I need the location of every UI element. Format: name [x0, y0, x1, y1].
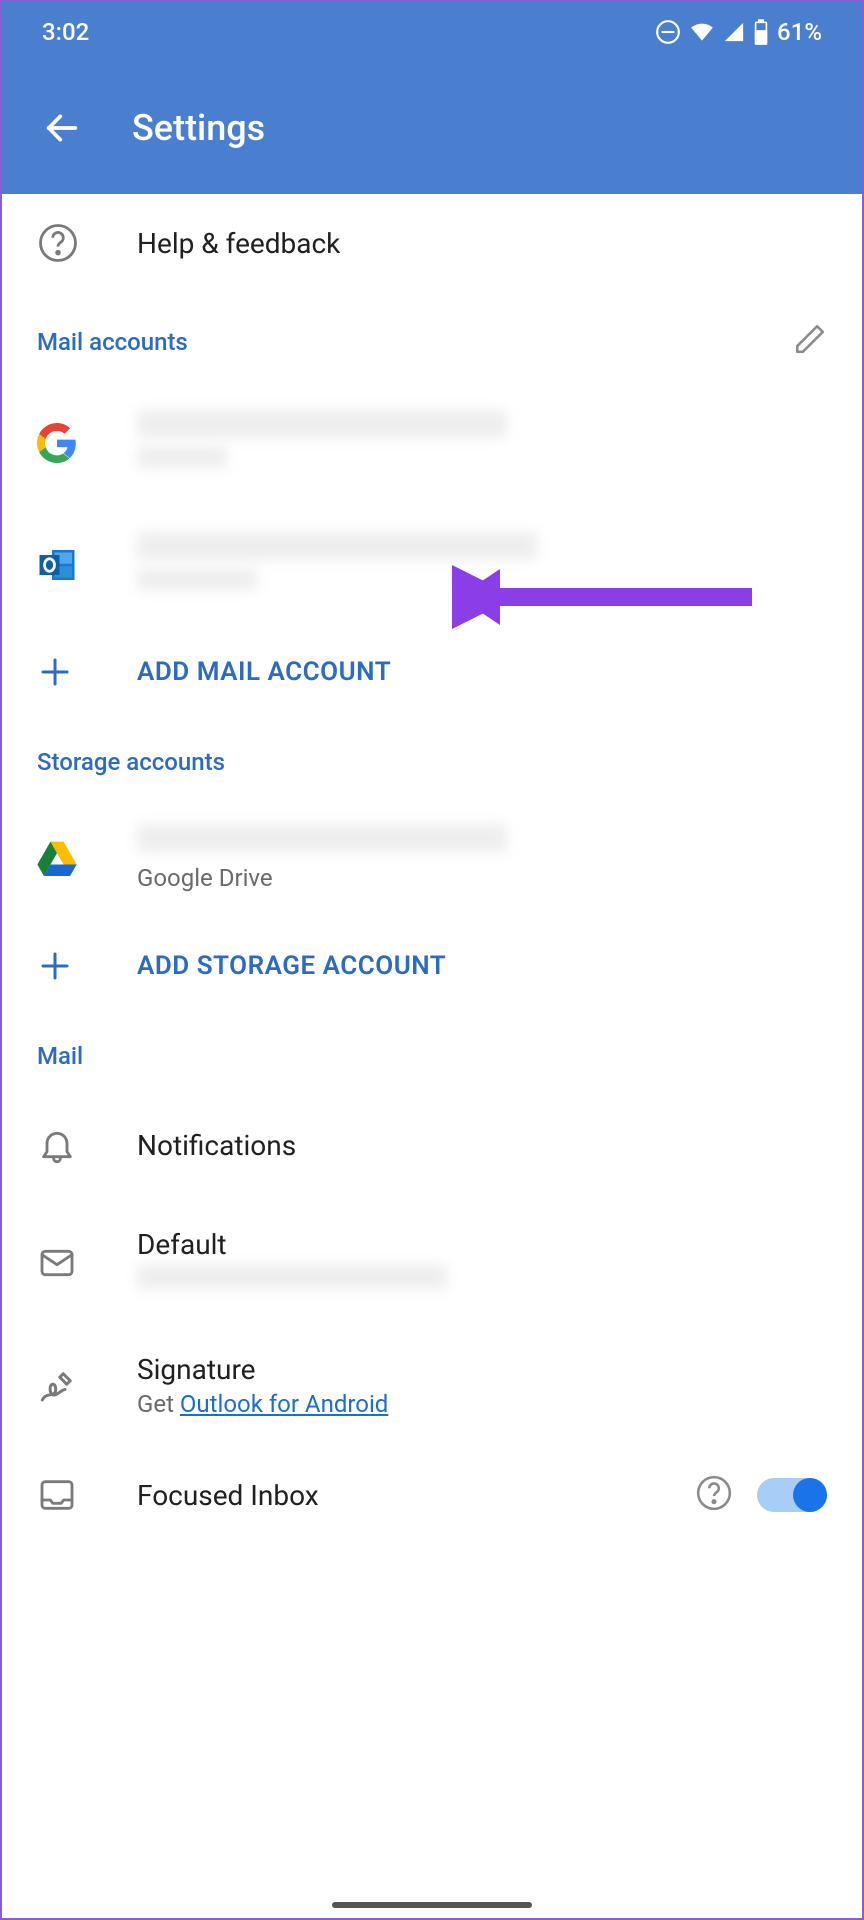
- add-mail-account-label: ADD MAIL ACCOUNT: [137, 657, 391, 687]
- notifications-row[interactable]: Notifications: [2, 1090, 862, 1200]
- home-indicator[interactable]: [332, 1902, 532, 1908]
- add-storage-account-label: ADD STORAGE ACCOUNT: [137, 951, 446, 981]
- outlook-account-name-redacted: [137, 568, 257, 590]
- google-drive-icon: [37, 840, 77, 876]
- signature-sub: Get Outlook for Android: [137, 1390, 827, 1418]
- app-header: Settings: [2, 62, 862, 194]
- focused-inbox-label: Focused Inbox: [137, 1479, 695, 1512]
- signal-icon: [723, 21, 745, 43]
- pencil-icon: [793, 322, 827, 356]
- google-drive-label: Google Drive: [137, 864, 827, 892]
- bell-icon: [37, 1125, 77, 1165]
- outlook-account-row[interactable]: [2, 504, 862, 626]
- mail-accounts-header: Mail accounts: [2, 292, 862, 382]
- battery-icon: [753, 19, 769, 45]
- inbox-icon: [37, 1475, 77, 1515]
- google-icon: [37, 423, 77, 463]
- plus-icon: [37, 654, 73, 690]
- google-drive-account-row[interactable]: Google Drive: [2, 796, 862, 920]
- signature-icon: [37, 1365, 79, 1407]
- focused-inbox-help[interactable]: [695, 1474, 733, 1516]
- mail-icon: [37, 1243, 77, 1283]
- default-label: Default: [137, 1228, 827, 1261]
- help-circle-icon: [695, 1474, 733, 1512]
- outlook-account-email-redacted: [137, 532, 537, 560]
- status-bar: 3:02 61%: [2, 2, 862, 62]
- outlook-icon: [37, 545, 77, 585]
- mail-section-header: Mail: [2, 1012, 862, 1090]
- edit-accounts-button[interactable]: [793, 322, 827, 362]
- help-feedback-label: Help & feedback: [137, 227, 827, 260]
- help-circle-icon: [37, 222, 79, 264]
- status-right: 61%: [655, 18, 822, 46]
- focused-inbox-toggle[interactable]: [757, 1478, 827, 1512]
- google-account-email-redacted: [137, 410, 507, 438]
- signature-label: Signature: [137, 1353, 827, 1386]
- storage-accounts-title: Storage accounts: [37, 748, 225, 776]
- signature-row[interactable]: Signature Get Outlook for Android: [2, 1325, 862, 1446]
- status-time: 3:02: [42, 18, 89, 46]
- add-mail-account-button[interactable]: ADD MAIL ACCOUNT: [2, 626, 862, 718]
- notifications-label: Notifications: [137, 1129, 827, 1162]
- back-button[interactable]: [32, 98, 92, 158]
- arrow-left-icon: [42, 108, 82, 148]
- dnd-icon: [655, 19, 681, 45]
- toggle-knob: [793, 1478, 827, 1512]
- signature-prefix: Get: [137, 1390, 180, 1418]
- storage-accounts-header: Storage accounts: [2, 718, 862, 796]
- google-account-name-redacted: [137, 446, 227, 468]
- google-account-row[interactable]: [2, 382, 862, 504]
- help-feedback-row[interactable]: Help & feedback: [2, 194, 862, 292]
- plus-icon: [37, 948, 73, 984]
- page-title: Settings: [132, 107, 265, 149]
- wifi-icon: [689, 19, 715, 45]
- focused-inbox-row[interactable]: Focused Inbox: [2, 1446, 862, 1544]
- settings-content: Help & feedback Mail accounts: [2, 194, 862, 1544]
- mail-section-title: Mail: [37, 1042, 83, 1070]
- outlook-android-link[interactable]: Outlook for Android: [180, 1390, 388, 1418]
- default-row[interactable]: Default: [2, 1200, 862, 1325]
- default-email-redacted: [137, 1265, 447, 1289]
- mail-accounts-title: Mail accounts: [37, 328, 188, 356]
- drive-email-redacted: [137, 824, 507, 852]
- add-storage-account-button[interactable]: ADD STORAGE ACCOUNT: [2, 920, 862, 1012]
- battery-percent: 61%: [777, 18, 822, 46]
